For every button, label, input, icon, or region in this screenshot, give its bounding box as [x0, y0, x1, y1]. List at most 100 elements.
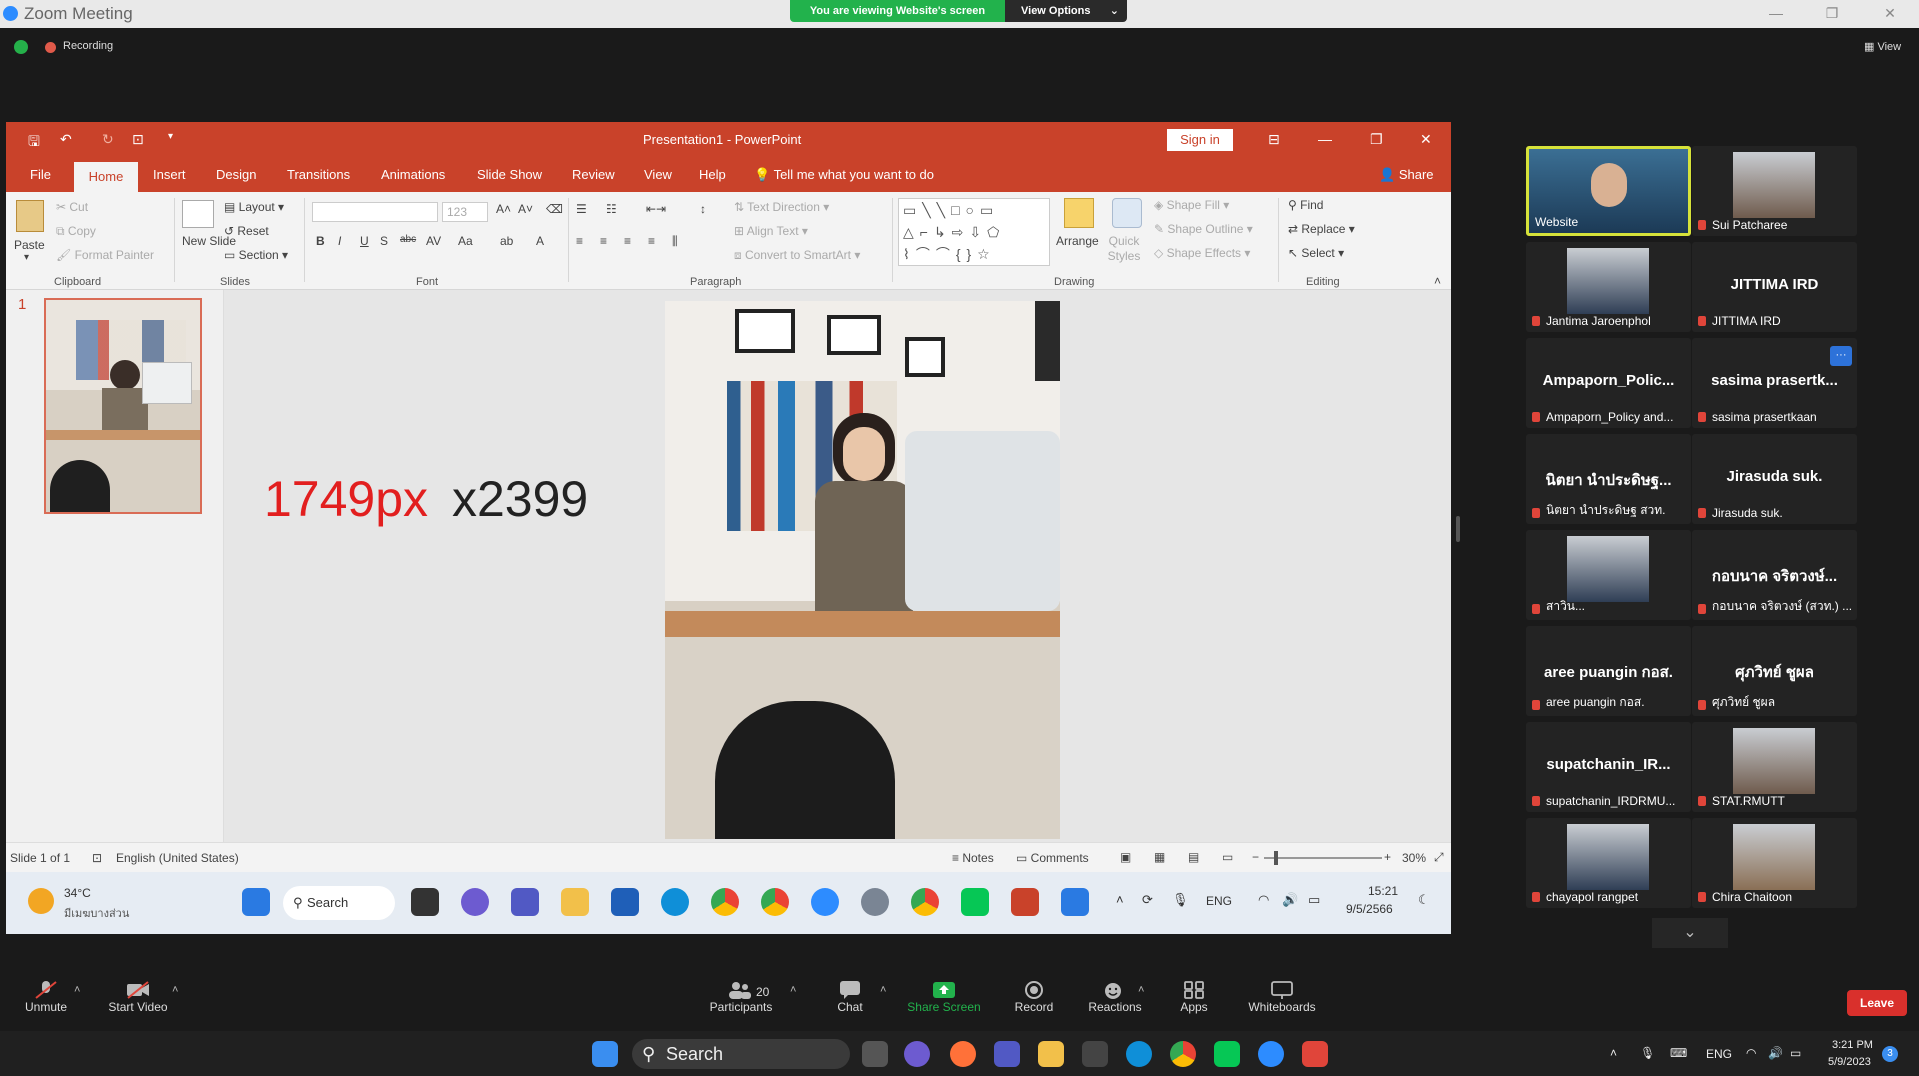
font-color-icon[interactable]: A	[536, 234, 544, 248]
participant-tile[interactable]: aree puangin กอส. aree puangin กอส.	[1526, 626, 1691, 716]
record-button[interactable]: Record	[1010, 1000, 1058, 1014]
sign-in-button[interactable]: Sign in	[1167, 129, 1233, 151]
chat-options-icon[interactable]: ˄	[880, 984, 886, 996]
align-left-icon[interactable]: ≡	[576, 234, 583, 248]
task-view-icon[interactable]	[411, 888, 439, 916]
tab-file[interactable]: File	[30, 167, 51, 182]
gallery-next-button[interactable]: ⌄	[1652, 918, 1728, 948]
italic-icon[interactable]: I	[338, 234, 341, 248]
bullets-icon[interactable]: ☰	[576, 202, 587, 216]
columns-icon[interactable]: ⫼	[672, 234, 678, 249]
participants-button[interactable]: Participants	[708, 1000, 774, 1014]
zoom-slider-thumb[interactable]	[1274, 851, 1278, 865]
taskbar-search-box[interactable]: ⚲ Search	[632, 1039, 850, 1069]
participant-tile[interactable]: สาวิน...	[1526, 530, 1691, 620]
replace-button[interactable]: ⇄ Replace ▾	[1288, 222, 1355, 236]
notes-button[interactable]: ≡ Notes	[952, 851, 994, 865]
reading-view-icon[interactable]: ▤	[1188, 850, 1199, 864]
close-icon[interactable]: ✕	[1870, 2, 1910, 24]
tab-view[interactable]: View	[644, 167, 672, 182]
participant-tile[interactable]: chayapol rangpet	[1526, 818, 1691, 908]
whiteboards-button[interactable]: Whiteboards	[1246, 1000, 1318, 1014]
tab-home[interactable]: Home	[74, 162, 138, 192]
align-text-button[interactable]: ⊞ Align Text ▾	[734, 224, 808, 238]
quick-styles-button[interactable]: Quick Styles	[1104, 234, 1144, 264]
chrome-icon[interactable]	[711, 888, 739, 916]
tray-chevron-icon[interactable]: ˄	[1116, 892, 1124, 907]
participant-tile[interactable]: Chira Chaitoon	[1692, 818, 1857, 908]
tray-chevron-icon[interactable]: ˄	[1610, 1046, 1617, 1060]
shapes-gallery[interactable]: ▭╲╲□○▭ △⌐↳⇨⇩⬠ ⌇⌒⌒{}☆	[898, 198, 1050, 266]
sync-icon[interactable]: ⟳	[1142, 892, 1153, 908]
chat-icon[interactable]	[838, 980, 862, 1000]
task-view-icon[interactable]	[862, 1041, 888, 1067]
copy-button[interactable]: ⧉ Copy	[56, 224, 96, 239]
volume-icon[interactable]: 🔊	[1282, 892, 1298, 908]
teams-icon[interactable]	[994, 1041, 1020, 1067]
line-app-icon[interactable]	[1214, 1041, 1240, 1067]
cut-button[interactable]: ✂ Cut	[56, 200, 88, 214]
participant-tile[interactable]: ศุภวิทย์ ชูผล ศุภวิทย์ ชูผล	[1692, 626, 1857, 716]
participants-icon[interactable]	[728, 980, 752, 1000]
numbering-icon[interactable]: ☷	[606, 202, 617, 216]
store-icon[interactable]	[611, 888, 639, 916]
share-screen-button[interactable]: Share Screen	[906, 1000, 982, 1014]
slide-thumbnail[interactable]	[44, 298, 202, 514]
line-spacing-icon[interactable]: ↕	[700, 202, 706, 216]
shape-effects-button[interactable]: ◇ Shape Effects ▾	[1154, 246, 1250, 260]
zoom-in-icon[interactable]: +	[1384, 850, 1391, 864]
strikethrough-icon[interactable]: abc	[400, 234, 416, 245]
maximize-icon[interactable]: ❐	[1812, 2, 1852, 24]
participant-tile[interactable]: กอบนาค จริตวงษ์... กอบนาค จริตวงษ์ (สวท.)…	[1692, 530, 1857, 620]
unmute-button[interactable]: Unmute	[20, 1000, 72, 1014]
record-icon[interactable]	[1022, 980, 1046, 1000]
powerpoint-icon[interactable]	[1011, 888, 1039, 916]
shadow-icon[interactable]: S	[380, 234, 388, 248]
audio-options-icon[interactable]: ˄	[74, 984, 80, 996]
video-options-icon[interactable]: ˄	[172, 984, 178, 996]
microphone-muted-icon[interactable]	[34, 980, 58, 1000]
settings-icon[interactable]	[861, 888, 889, 916]
inner-clock-time[interactable]: 15:21	[1368, 884, 1398, 898]
clock-date[interactable]: 5/9/2023	[1828, 1056, 1871, 1068]
slideshow-view-icon[interactable]: ▭	[1222, 850, 1233, 864]
reset-button[interactable]: ↺ Reset	[224, 224, 269, 238]
fit-slide-icon[interactable]: ⤢	[1434, 850, 1444, 865]
teams-icon[interactable]	[511, 888, 539, 916]
share-screen-icon[interactable]	[932, 980, 956, 1000]
edge-icon[interactable]	[1126, 1041, 1152, 1067]
microphone-icon[interactable]: 🎙	[1172, 892, 1189, 908]
tab-design[interactable]: Design	[216, 167, 256, 182]
section-button[interactable]: ▭ Section ▾	[224, 248, 288, 262]
tab-review[interactable]: Review	[572, 167, 615, 182]
participant-tile[interactable]: STAT.RMUTT	[1692, 722, 1857, 812]
share-button[interactable]: 👤 Share	[1379, 167, 1434, 183]
file-explorer-icon[interactable]	[1038, 1041, 1064, 1067]
ribbon-display-icon[interactable]: ⊟	[1268, 131, 1286, 149]
clear-format-icon[interactable]: ⌫	[546, 202, 563, 216]
battery-icon[interactable]: ▭	[1790, 1046, 1801, 1060]
char-spacing-icon[interactable]: AV	[426, 234, 441, 248]
chat-button[interactable]: Chat	[830, 1000, 870, 1014]
underline-icon[interactable]: U	[360, 234, 369, 248]
chrome-profile-icon[interactable]	[761, 888, 789, 916]
line-app-icon[interactable]	[961, 888, 989, 916]
inner-language[interactable]: ENG	[1206, 894, 1232, 908]
ppt-close-icon[interactable]: ✕	[1420, 131, 1438, 149]
bold-icon[interactable]: B	[316, 234, 325, 248]
battery-icon[interactable]: ▭	[1308, 892, 1320, 908]
save-icon[interactable]: 🖫	[28, 131, 46, 149]
font-name-input[interactable]	[312, 202, 438, 222]
more-options-icon[interactable]: ···	[1830, 346, 1852, 366]
language-status[interactable]: English (United States)	[116, 851, 239, 865]
zoom-level[interactable]: 30%	[1402, 851, 1426, 865]
file-explorer-icon[interactable]	[561, 888, 589, 916]
present-icon[interactable]: ⊡	[132, 131, 150, 149]
taskbar-language[interactable]: ENG	[1706, 1047, 1732, 1061]
photos-icon[interactable]	[1061, 888, 1089, 916]
notification-badge[interactable]: 3	[1882, 1046, 1898, 1062]
view-button[interactable]: ▦ View	[1864, 40, 1901, 53]
paste-dropdown-icon[interactable]: ▾	[24, 252, 29, 263]
select-button[interactable]: ↖ Select ▾	[1288, 246, 1344, 260]
slide-dimension-width[interactable]: 1749px	[264, 470, 428, 528]
